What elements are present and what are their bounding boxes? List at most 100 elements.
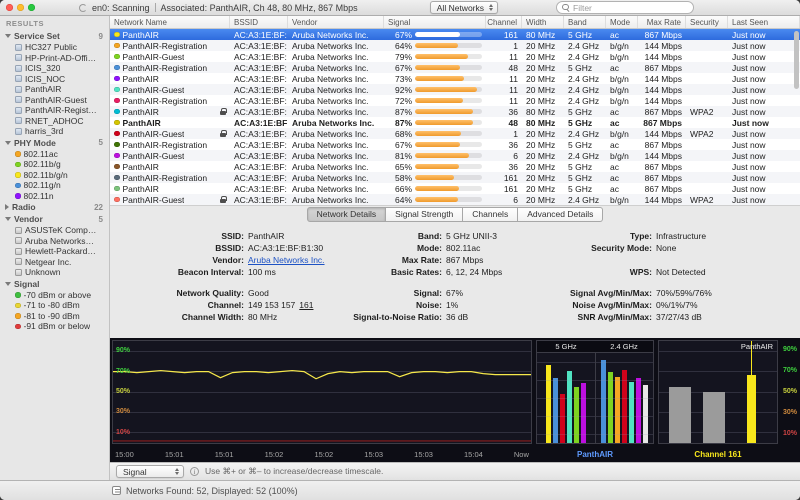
cell-vendor: Aruba Networks Inc. — [288, 62, 384, 73]
sidebar-item-icis-noc[interactable]: ICIS_NOC — [0, 74, 109, 85]
chart-type-popup[interactable]: Signal — [116, 465, 184, 478]
disclosure-triangle-icon[interactable] — [5, 34, 11, 38]
sidebar-item-panthair-regist[interactable]: PanthAIR-Regist… — [0, 105, 109, 116]
sidebar-item-71-to-80-dbm[interactable]: -71 to -80 dBm — [0, 300, 109, 311]
sidebar-item-icis-320[interactable]: ICIS_320 — [0, 63, 109, 74]
table-row[interactable]: PanthAIR-RegistrationAC:A3:1E:BF:Aruba N… — [110, 95, 800, 106]
disclosure-triangle-icon[interactable] — [5, 282, 11, 286]
tab-network-details[interactable]: Network Details — [307, 207, 387, 222]
sidebar-group-vendor[interactable]: Vendor5 — [0, 213, 109, 225]
sidebar-group-radio[interactable]: Radio22 — [0, 201, 109, 213]
cell-seen: Just now — [728, 51, 800, 62]
column-header-bssid[interactable]: BSSID — [230, 16, 288, 28]
cell-width: 20 MHz — [522, 128, 564, 139]
sidebar-item-hp-print-ad-offi[interactable]: HP-Print-AD-Offi… — [0, 53, 109, 64]
table-row[interactable]: PanthAIR-GuestAC:A3:1E:BF:Aruba Networks… — [110, 194, 800, 205]
sidebar-item-netgear-inc[interactable]: Netgear Inc. — [0, 257, 109, 268]
detail-field-type: Type:Infrastructure — [550, 230, 792, 242]
table-row[interactable]: PanthAIR-GuestAC:A3:1E:BF:Aruba Networks… — [110, 84, 800, 95]
disclosure-triangle-icon[interactable] — [5, 141, 11, 145]
cell-network-name: PanthAIR — [110, 106, 230, 117]
cell-rate: 867 Mbps — [638, 29, 686, 40]
sidebar-item-802-11b-g[interactable]: 802.11b/g — [0, 159, 109, 170]
tab-signal-strength[interactable]: Signal Strength — [386, 207, 463, 222]
column-header-channel[interactable]: Channel — [486, 16, 522, 28]
sidebar-item-81-to-90-dbm[interactable]: -81 to -90 dBm — [0, 311, 109, 322]
column-header-name[interactable]: Network Name — [110, 16, 230, 28]
network-color-dot-icon — [114, 164, 120, 170]
sidebar-item-802-11g-n[interactable]: 802.11g/n — [0, 180, 109, 191]
close-window-button[interactable] — [6, 4, 13, 11]
table-row[interactable]: PanthAIRAC:A3:1E:BF:Aruba Networks Inc.6… — [110, 183, 800, 194]
sidebar-item-hc327-public[interactable]: HC327 Public — [0, 42, 109, 53]
sidebar-item-802-11ac[interactable]: 802.11ac — [0, 149, 109, 160]
signal-bar-fill — [415, 109, 473, 114]
sidebar-item-panthair-guest[interactable]: PanthAIR-Guest — [0, 95, 109, 106]
tab-advanced-details[interactable]: Advanced Details — [518, 207, 603, 222]
table-row[interactable]: PanthAIRAC:A3:1E:BF:Aruba Networks Inc.7… — [110, 73, 800, 84]
sidebar-item-802-11n[interactable]: 802.11n — [0, 191, 109, 202]
column-header-mode[interactable]: Mode — [606, 16, 638, 28]
cell-network-name: PanthAIR — [110, 183, 230, 194]
cell-band: 5 GHz — [564, 161, 606, 172]
table-row[interactable]: PanthAIR-RegistrationAC:A3:1E:BF:Aruba N… — [110, 172, 800, 183]
column-header-seen[interactable]: Last Seen — [728, 16, 800, 28]
vendor-link[interactable]: Aruba Networks Inc. — [248, 255, 325, 265]
zoom-window-button[interactable] — [28, 4, 35, 11]
sidebar-item-70-dbm-or-above[interactable]: -70 dBm or above — [0, 290, 109, 301]
sidebar-item-harris-3rd[interactable]: harris_3rd — [0, 126, 109, 137]
network-name-text: PanthAIR — [123, 74, 159, 84]
table-row[interactable]: PanthAIR-RegistrationAC:A3:1E:BF:Aruba N… — [110, 139, 800, 150]
filter-search-field[interactable] — [556, 1, 694, 14]
cell-width: 20 MHz — [522, 62, 564, 73]
sidebar-item-panthair[interactable]: PanthAIR — [0, 84, 109, 95]
table-row[interactable]: PanthAIR-RegistrationAC:A3:1E:BF:Aruba N… — [110, 40, 800, 51]
cell-security — [686, 117, 728, 128]
network-name-text: PanthAIR — [123, 107, 159, 117]
cell-network-name: PanthAIR-Guest — [110, 150, 230, 161]
column-header-band[interactable]: Band — [564, 16, 606, 28]
cell-channel: 1 — [486, 40, 522, 51]
column-header-signal[interactable]: Signal — [384, 16, 486, 28]
disclosure-triangle-icon[interactable] — [5, 217, 11, 221]
gridline — [537, 380, 595, 381]
network-icon — [15, 65, 22, 72]
table-row[interactable]: PanthAIRAC:A3:1E:BF:Aruba Networks Inc.8… — [110, 117, 800, 128]
table-scrollbar[interactable] — [794, 31, 799, 203]
table-row[interactable]: PanthAIR-GuestAC:A3:1E:BF:Aruba Networks… — [110, 150, 800, 161]
cell-vendor: Aruba Networks Inc. — [288, 29, 384, 40]
cell-signal: 79% — [384, 51, 486, 62]
sidebar-item-asustek-comp[interactable]: ASUSTeK Comp… — [0, 225, 109, 236]
cell-bssid: AC:A3:1E:BF: — [230, 150, 288, 161]
table-row[interactable]: PanthAIR-GuestAC:A3:1E:BF:Aruba Networks… — [110, 128, 800, 139]
networks-filter-popup[interactable]: All Networks — [430, 1, 498, 14]
column-header-rate[interactable]: Max Rate — [638, 16, 686, 28]
color-dot-icon — [15, 193, 21, 199]
sidebar-item-unknown[interactable]: Unknown — [0, 267, 109, 278]
table-row[interactable]: PanthAIRAC:A3:1E:BF:Aruba Networks Inc.8… — [110, 106, 800, 117]
current-channel-value: 161 — [299, 300, 313, 310]
sidebar-item-hewlett-packard[interactable]: Hewlett-Packard… — [0, 246, 109, 257]
column-header-width[interactable]: Width — [522, 16, 564, 28]
column-header-vendor[interactable]: Vendor — [288, 16, 384, 28]
minimize-window-button[interactable] — [17, 4, 24, 11]
filter-input[interactable] — [573, 3, 688, 13]
detail-field-signal-avg-min-max: Signal Avg/Min/Max:70%/59%/76% — [550, 287, 792, 299]
table-row[interactable]: PanthAIRAC:A3:1E:BF:Aruba Networks Inc.6… — [110, 161, 800, 172]
sidebar-item-aruba-networks[interactable]: Aruba Networks… — [0, 236, 109, 247]
sidebar-item-802-11b-g-n[interactable]: 802.11b/g/n — [0, 170, 109, 181]
sidebar-item-rnet-adhoc[interactable]: RNET_ADHOC — [0, 116, 109, 127]
column-header-security[interactable]: Security — [686, 16, 728, 28]
detail-label: SSID: — [126, 231, 244, 241]
sidebar-group-service-set[interactable]: Service Set9 — [0, 30, 109, 42]
sidebar-item-91-dbm-or-below[interactable]: -91 dBm or below — [0, 321, 109, 332]
sidebar-group-phy-mode[interactable]: PHY Mode5 — [0, 137, 109, 149]
scrollbar-thumb[interactable] — [794, 31, 799, 89]
table-row[interactable]: PanthAIR-GuestAC:A3:1E:BF:Aruba Networks… — [110, 51, 800, 62]
sidebar-group-signal[interactable]: Signal — [0, 278, 109, 290]
disclosure-triangle-icon[interactable] — [5, 204, 9, 210]
table-row[interactable]: PanthAIR-RegistrationAC:A3:1E:BF:Aruba N… — [110, 62, 800, 73]
networks-list-icon — [112, 486, 121, 495]
table-row[interactable]: PanthAIRAC:A3:1E:BF:Aruba Networks Inc.6… — [110, 29, 800, 40]
tab-channels[interactable]: Channels — [463, 207, 518, 222]
